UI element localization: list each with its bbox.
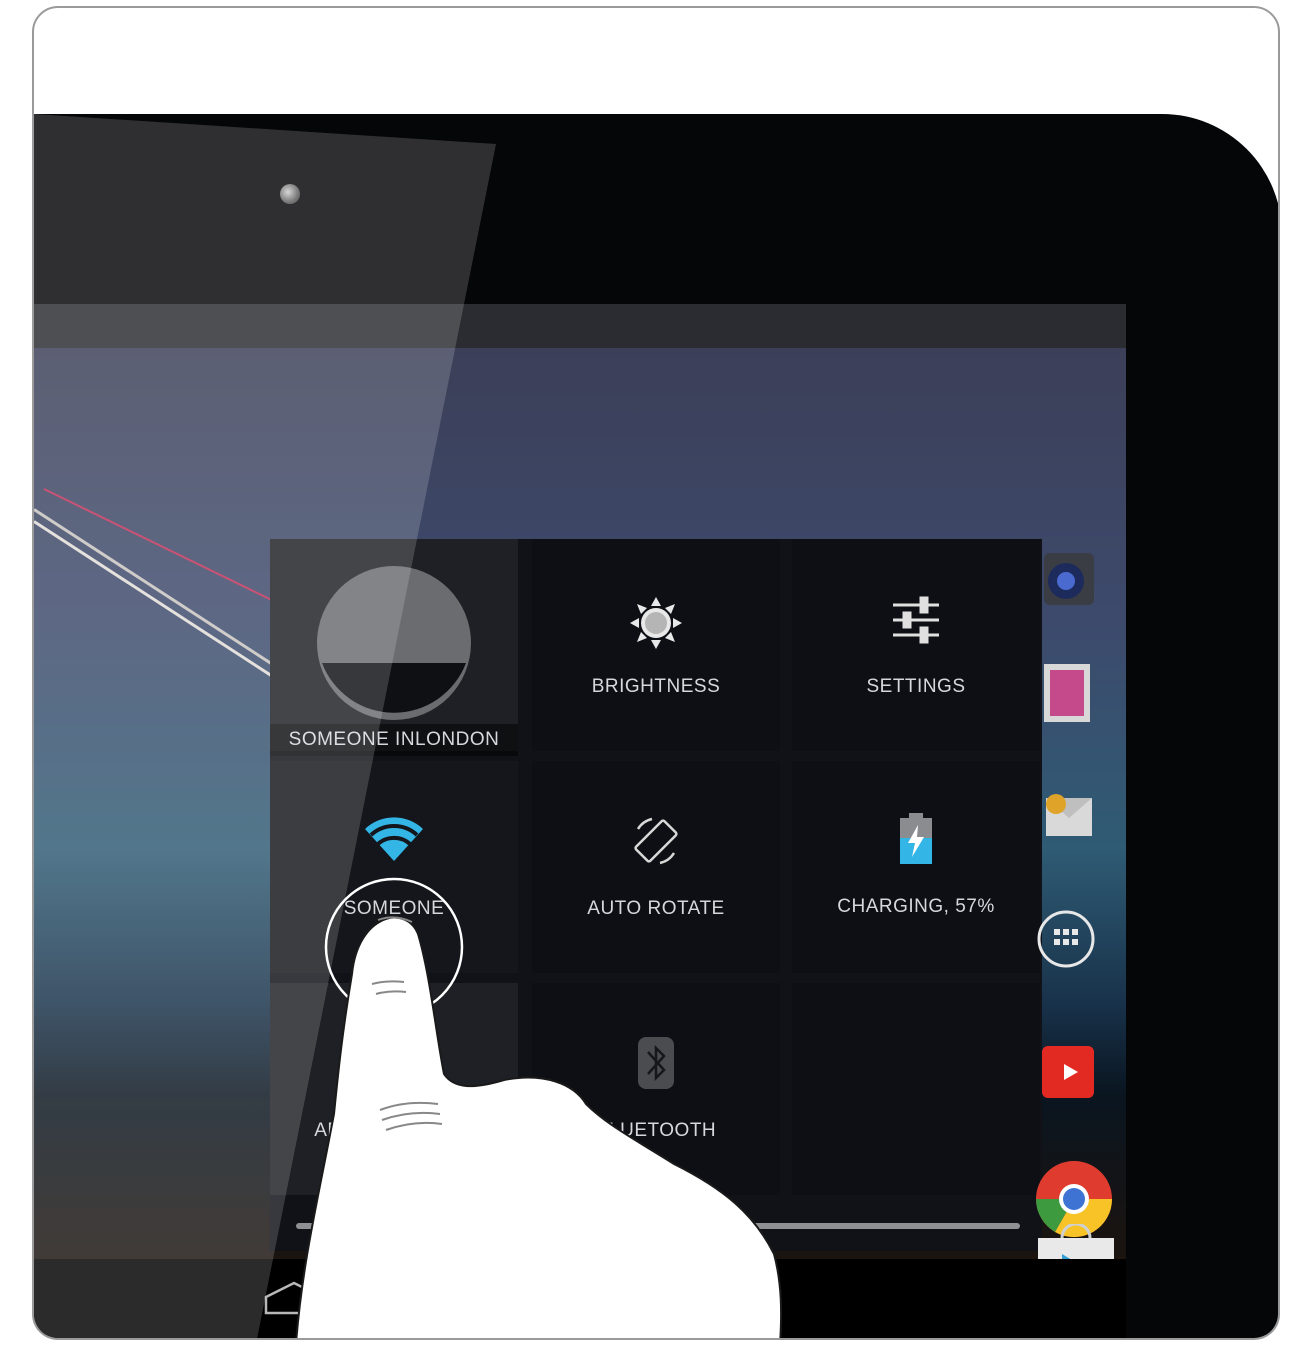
illustration-frame: SOMEONE INLONDON BRIGHTNESS SETTINGS SOM… [32, 6, 1280, 1340]
tapping-hand-illustration [295, 877, 783, 1338]
tablet-device: SOMEONE INLONDON BRIGHTNESS SETTINGS SOM… [34, 114, 1278, 1338]
